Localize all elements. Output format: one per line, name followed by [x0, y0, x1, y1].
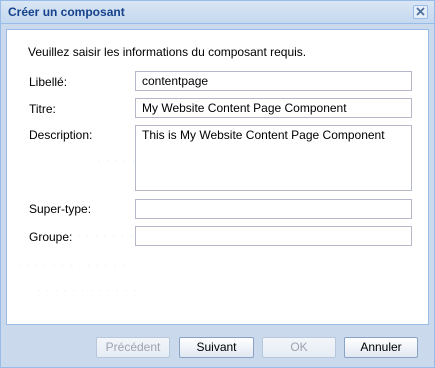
create-component-dialog: Créer un composant · · · · · · · · · · ·…	[0, 0, 435, 368]
groupe-field[interactable]	[135, 226, 412, 246]
next-button[interactable]: Suivant	[179, 337, 254, 358]
close-icon	[416, 7, 425, 16]
titre-field[interactable]: My Website Content Page Component	[135, 98, 412, 118]
libelle-label: Libellé:	[29, 75, 68, 89]
description-field[interactable]: This is My Website Content Page Componen…	[135, 125, 412, 191]
titre-label: Titre:	[29, 102, 56, 116]
background-watermark: · · · · · · · · · · · · ·	[17, 260, 127, 272]
groupe-label: Groupe:	[29, 230, 73, 244]
cancel-button[interactable]: Annuler	[344, 337, 418, 358]
dialog-title: Créer un composant	[8, 5, 125, 19]
intro-text: Veuillez saisir les informations du comp…	[28, 45, 307, 59]
supertype-label: Super-type:	[29, 202, 92, 216]
dialog-footer: Précédent Suivant OK Annuler	[1, 324, 434, 367]
supertype-field[interactable]	[135, 199, 412, 219]
dialog-titlebar[interactable]: Créer un composant	[1, 1, 434, 24]
previous-button[interactable]: Précédent	[96, 337, 170, 358]
libelle-field[interactable]: contentpage	[135, 71, 412, 91]
close-button[interactable]	[413, 5, 428, 19]
description-label: Description:	[29, 128, 93, 142]
dialog-body: · · · · · · · · · · · · · · · · · · · · …	[6, 29, 429, 325]
ok-button[interactable]: OK	[262, 337, 336, 358]
background-watermark: · · · · · · · · · · · ·	[37, 285, 138, 297]
